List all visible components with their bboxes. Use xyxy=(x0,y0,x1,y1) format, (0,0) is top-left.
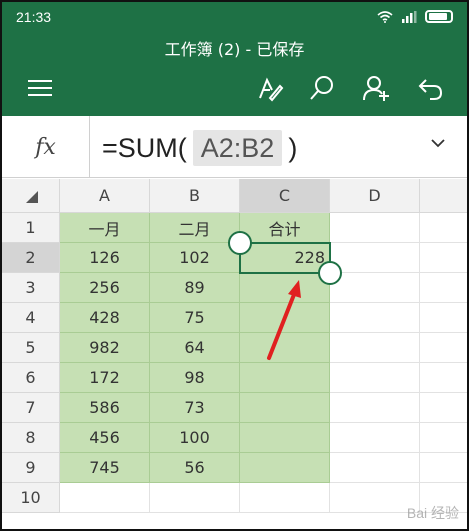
menu-icon xyxy=(28,80,52,96)
draw-button[interactable] xyxy=(252,70,288,106)
battery-icon xyxy=(425,10,453,23)
cell-e8[interactable] xyxy=(420,423,467,453)
signal-icon xyxy=(402,10,417,23)
cell-b9[interactable]: 56 xyxy=(150,453,240,483)
column-header-c[interactable]: C xyxy=(240,179,330,213)
select-all-triangle-icon xyxy=(26,191,38,203)
status-bar: 21:33 xyxy=(2,2,467,32)
cell-a1[interactable]: 一月 xyxy=(60,213,150,243)
cell-d3[interactable] xyxy=(330,273,420,303)
search-button[interactable] xyxy=(304,70,340,106)
cell-b10[interactable] xyxy=(150,483,240,513)
formula-prefix: =SUM( xyxy=(102,132,187,163)
selection-handle-start[interactable] xyxy=(228,231,252,255)
column-header-d[interactable]: D xyxy=(330,179,420,213)
cell-b3[interactable]: 89 xyxy=(150,273,240,303)
cell-a3[interactable]: 256 xyxy=(60,273,150,303)
status-icons xyxy=(377,10,453,23)
cell-b6[interactable]: 98 xyxy=(150,363,240,393)
cell-c10[interactable] xyxy=(240,483,330,513)
cell-a6[interactable]: 172 xyxy=(60,363,150,393)
share-button[interactable] xyxy=(358,70,394,106)
row-header-6[interactable]: 6 xyxy=(2,363,60,393)
cell-a9[interactable]: 745 xyxy=(60,453,150,483)
formula-bar: fx =SUM( A2:B2 ) xyxy=(2,116,467,178)
row-header-7[interactable]: 7 xyxy=(2,393,60,423)
cell-c1[interactable]: 合计 xyxy=(240,213,330,243)
cell-c7[interactable] xyxy=(240,393,330,423)
cell-e2[interactable] xyxy=(420,243,467,273)
row-header-2[interactable]: 2 xyxy=(2,243,60,273)
cell-e3[interactable] xyxy=(420,273,467,303)
cell-b8[interactable]: 100 xyxy=(150,423,240,453)
cell-e6[interactable] xyxy=(420,363,467,393)
cell-a8[interactable]: 456 xyxy=(60,423,150,453)
row-header-8[interactable]: 8 xyxy=(2,423,60,453)
formula-suffix: ) xyxy=(288,132,298,163)
wifi-icon xyxy=(377,10,393,23)
row-header-9[interactable]: 9 xyxy=(2,453,60,483)
cell-c9[interactable] xyxy=(240,453,330,483)
title-bar: 工作簿 (2) - 已保存 xyxy=(2,32,467,116)
cell-d1[interactable] xyxy=(330,213,420,243)
formula-input[interactable]: =SUM( A2:B2 ) xyxy=(102,128,297,168)
cell-d4[interactable] xyxy=(330,303,420,333)
cell-e7[interactable] xyxy=(420,393,467,423)
row-header-3[interactable]: 3 xyxy=(2,273,60,303)
cell-b4[interactable]: 75 xyxy=(150,303,240,333)
cell-a10[interactable] xyxy=(60,483,150,513)
cell-d8[interactable] xyxy=(330,423,420,453)
formula-range-reference: A2:B2 xyxy=(192,130,283,166)
row-header-1[interactable]: 1 xyxy=(2,213,60,243)
pen-icon xyxy=(259,77,284,102)
menu-button[interactable] xyxy=(22,70,58,106)
cell-c8[interactable] xyxy=(240,423,330,453)
column-header-a[interactable]: A xyxy=(60,179,150,213)
cell-b5[interactable]: 64 xyxy=(150,333,240,363)
column-header-blank xyxy=(420,179,467,213)
cell-e1[interactable] xyxy=(420,213,467,243)
red-arrow-annotation xyxy=(267,280,301,360)
cell-b1[interactable]: 二月 xyxy=(150,213,240,243)
cell-e9[interactable] xyxy=(420,453,467,483)
cell-a7[interactable]: 586 xyxy=(60,393,150,423)
spreadsheet-grid[interactable]: A B C D 1 2 3 4 5 6 7 8 9 10 一月 二月 合计 126 102 228 256 89 428 75… xyxy=(2,179,467,529)
cell-e5[interactable] xyxy=(420,333,467,363)
document-title: 工作簿 (2) - 已保存 xyxy=(164,40,305,59)
cell-e4[interactable] xyxy=(420,303,467,333)
search-icon xyxy=(310,76,333,100)
chevron-down-icon[interactable] xyxy=(431,138,445,148)
selection-handle-end[interactable] xyxy=(318,261,342,285)
cell-a5[interactable]: 982 xyxy=(60,333,150,363)
cell-d9[interactable] xyxy=(330,453,420,483)
cell-d6[interactable] xyxy=(330,363,420,393)
select-all-corner[interactable] xyxy=(2,179,60,213)
cell-b2[interactable]: 102 xyxy=(150,243,240,273)
watermark-logo: Bai 经验 xyxy=(406,505,459,521)
function-button[interactable]: fx xyxy=(2,116,90,178)
cell-a2[interactable]: 126 xyxy=(60,243,150,273)
undo-icon xyxy=(418,79,443,100)
status-time: 21:33 xyxy=(16,9,52,25)
share-icon xyxy=(363,76,389,101)
cell-d5[interactable] xyxy=(330,333,420,363)
column-header-b[interactable]: B xyxy=(150,179,240,213)
cell-d7[interactable] xyxy=(330,393,420,423)
cell-b7[interactable]: 73 xyxy=(150,393,240,423)
undo-button[interactable] xyxy=(412,70,448,106)
row-header-5[interactable]: 5 xyxy=(2,333,60,363)
row-header-10[interactable]: 10 xyxy=(2,483,60,513)
cell-d2[interactable] xyxy=(330,243,420,273)
cell-a4[interactable]: 428 xyxy=(60,303,150,333)
row-header-4[interactable]: 4 xyxy=(2,303,60,333)
